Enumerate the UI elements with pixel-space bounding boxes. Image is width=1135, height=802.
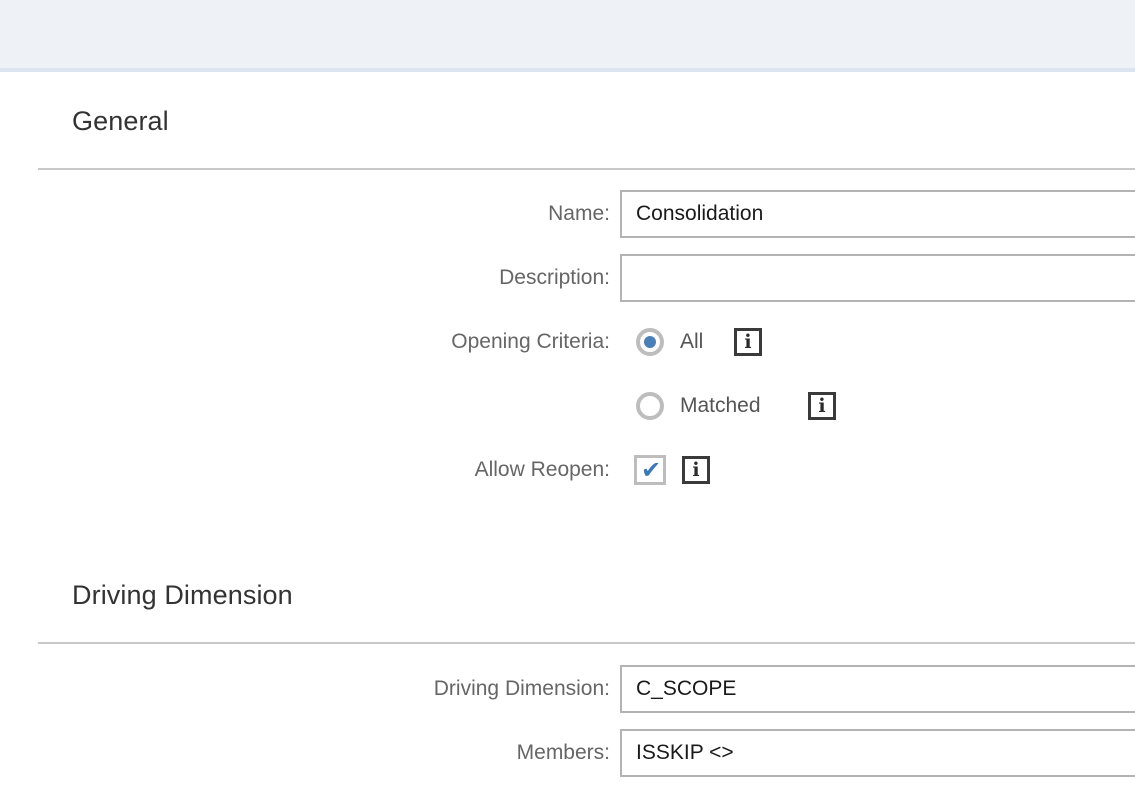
allow-reopen-checkbox[interactable]: ✔ <box>634 455 666 485</box>
description-input[interactable] <box>620 254 1135 302</box>
section-divider-general <box>38 168 1135 170</box>
info-icon-opening-criteria-all[interactable]: i <box>734 328 762 356</box>
members-input[interactable] <box>620 729 1135 777</box>
field-row-opening-criteria-all: Opening Criteria: All i <box>0 322 1135 362</box>
field-row-name: Name: <box>0 190 1135 238</box>
field-row-allow-reopen: Allow Reopen: ✔ i <box>0 450 1135 490</box>
radio-label-all: All <box>680 330 704 353</box>
members-label: Members: <box>516 741 610 764</box>
radio-label-matched: Matched <box>680 394 761 417</box>
field-row-members: Members: <box>0 729 1135 777</box>
info-icon-opening-criteria-matched[interactable]: i <box>808 392 836 420</box>
field-row-opening-criteria-matched: Matched i <box>0 386 1135 426</box>
description-label: Description: <box>499 266 610 289</box>
top-toolbar <box>0 0 1135 68</box>
section-title-general: General <box>72 106 169 136</box>
allow-reopen-label: Allow Reopen: <box>474 458 610 481</box>
opening-criteria-label: Opening Criteria: <box>451 330 610 353</box>
form-content-area: General Name: Description: Opening Crite… <box>0 72 1135 802</box>
driving-dimension-input[interactable] <box>620 665 1135 713</box>
field-row-description: Description: <box>0 254 1135 302</box>
info-icon-allow-reopen[interactable]: i <box>682 456 710 484</box>
section-divider-driving-dimension <box>38 642 1135 644</box>
radio-opening-criteria-all[interactable] <box>636 328 664 356</box>
section-title-driving-dimension: Driving Dimension <box>72 580 293 610</box>
radio-opening-criteria-matched[interactable] <box>636 392 664 420</box>
field-row-driving-dimension: Driving Dimension: <box>0 665 1135 713</box>
name-input[interactable] <box>620 190 1135 238</box>
driving-dimension-label: Driving Dimension: <box>433 677 610 700</box>
name-label: Name: <box>548 202 610 225</box>
settings-form-page: General Name: Description: Opening Crite… <box>0 0 1135 802</box>
check-icon: ✔ <box>641 456 662 484</box>
